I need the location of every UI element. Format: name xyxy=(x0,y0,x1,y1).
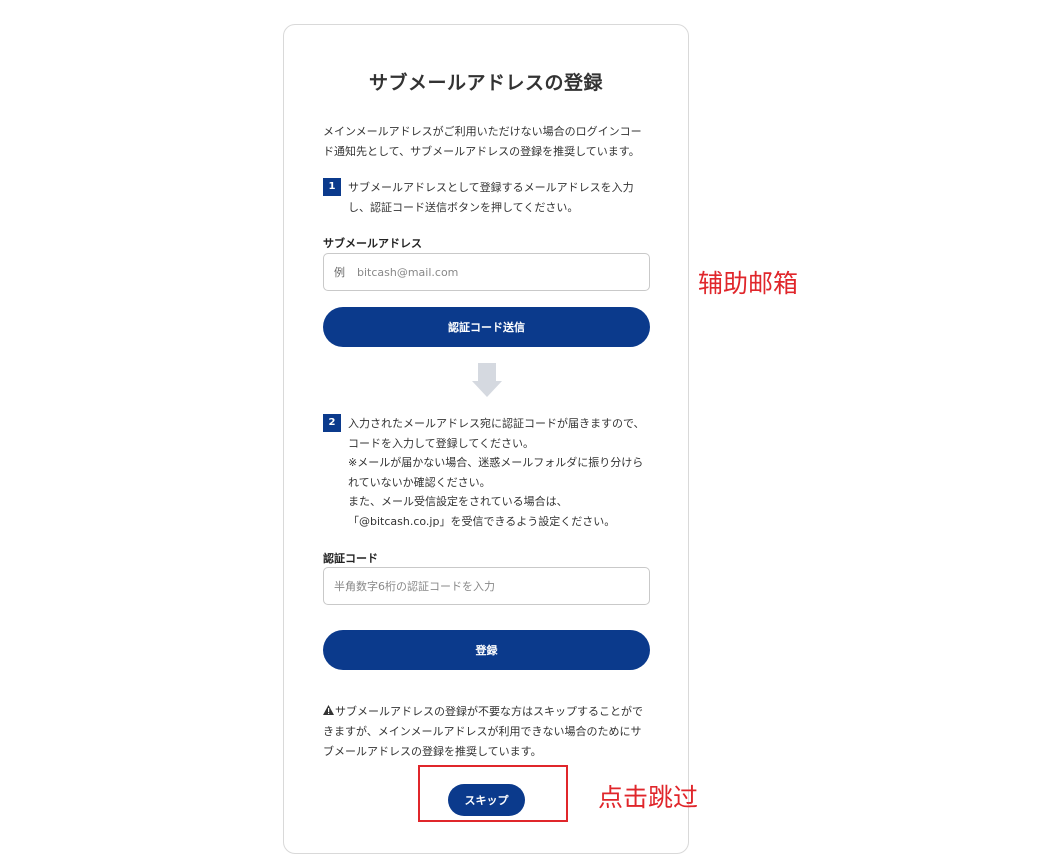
skip-button[interactable]: スキップ xyxy=(448,784,525,816)
intro-text: メインメールアドレスがご利用いただけない場合のログインコー ド通知先として、サブ… xyxy=(323,125,642,158)
step-2: 2 入力されたメールアドレス宛に認証コードが届きますので、 コードを入力して登録… xyxy=(323,414,653,531)
warning-icon xyxy=(323,702,334,722)
email-placeholder: bitcash@mail.com xyxy=(357,265,459,279)
step-number-1: 1 xyxy=(323,178,341,196)
email-annotation: 辅助邮箱 xyxy=(698,269,799,298)
down-arrow-icon xyxy=(472,363,502,397)
step-1: 1 サブメールアドレスとして登録するメールアドレスを入力 し、認証コード送信ボタ… xyxy=(323,178,653,217)
page-title: サブメールアドレスの登録 xyxy=(368,72,603,94)
skip-notice: サブメールアドレスの登録が不要な方はスキップすることがで きますが、メインメール… xyxy=(323,702,653,762)
code-placeholder: 半角数字6桁の認証コードを入力 xyxy=(334,580,495,593)
send-code-button[interactable]: 認証コード送信 xyxy=(323,307,650,347)
example-prefix: 例 xyxy=(334,266,345,279)
code-field-label: 認証コード xyxy=(323,552,378,565)
email-field-label: サブメールアドレス xyxy=(323,237,422,250)
step-number-2: 2 xyxy=(323,414,341,432)
register-button[interactable]: 登録 xyxy=(323,630,650,670)
skip-annotation: 点击跳过 xyxy=(598,783,699,812)
verification-code-input[interactable]: 半角数字6桁の認証コードを入力 xyxy=(323,567,650,605)
sub-email-input[interactable]: 例 bitcash@mail.com xyxy=(323,253,650,291)
